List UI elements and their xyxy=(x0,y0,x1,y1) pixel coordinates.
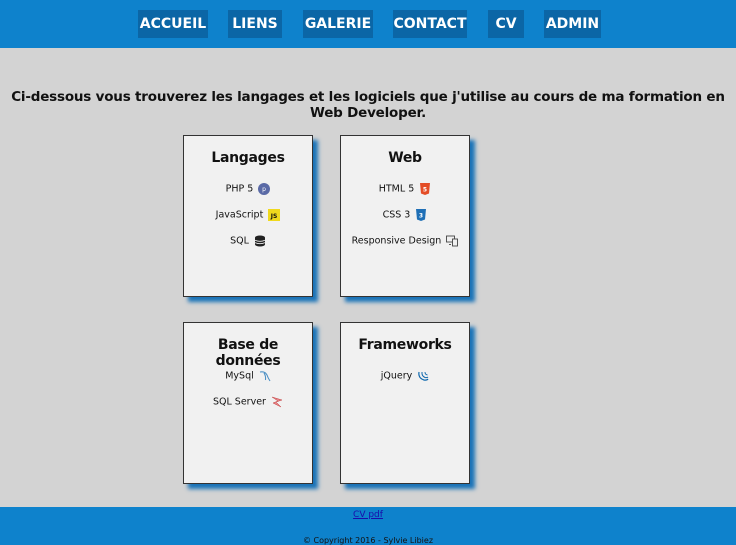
card-frameworks: Frameworks jQuery xyxy=(340,322,470,484)
skill-item-javascript: JavaScript JS xyxy=(184,209,312,221)
mysql-icon xyxy=(259,371,271,382)
nav-accueil-button[interactable]: ACCUEIL xyxy=(138,10,208,38)
intro-text: Ci-dessous vous trouverez les langages e… xyxy=(11,89,725,121)
skill-label: jQuery xyxy=(380,370,413,382)
skill-label: PHP 5 xyxy=(225,183,254,195)
skill-label: Responsive Design xyxy=(351,235,442,247)
nav-contact-button[interactable]: CONTACT xyxy=(393,10,467,38)
css3-icon: 3 xyxy=(416,209,427,221)
svg-text:JS: JS xyxy=(270,213,278,220)
card-title: Web xyxy=(388,150,422,166)
skill-label: JavaScript xyxy=(215,209,264,221)
skill-item-jquery: jQuery xyxy=(341,370,469,382)
nav-cv-button[interactable]: CV xyxy=(488,10,524,38)
card-title: Langages xyxy=(211,150,285,166)
jquery-icon xyxy=(418,371,429,381)
nav-galerie-button[interactable]: GALERIE xyxy=(303,10,373,38)
copyright-text: © Copyright 2016 - Sylvie Libiez xyxy=(302,536,434,545)
nav-liens-button[interactable]: LIENS xyxy=(228,10,282,38)
javascript-icon: JS xyxy=(268,209,281,221)
skill-label: MySql xyxy=(225,370,254,382)
svg-text:p: p xyxy=(262,186,266,193)
card-langages: Langages PHP 5 p JavaScript JS SQL xyxy=(183,135,313,297)
skill-item-sql-server: SQL Server xyxy=(184,396,312,408)
php-icon: p xyxy=(258,183,271,195)
skill-item-html5: HTML 5 5 xyxy=(341,183,469,195)
card-title: Base de données xyxy=(215,337,281,369)
cv-pdf-link[interactable]: CV pdf xyxy=(0,510,736,520)
skill-item-php: PHP 5 p xyxy=(184,183,312,195)
svg-text:3: 3 xyxy=(419,213,423,220)
nav-admin-button[interactable]: ADMIN xyxy=(544,10,601,38)
card-web: Web HTML 5 5 CSS 3 3 Responsive Design xyxy=(340,135,470,297)
card-title: Frameworks xyxy=(358,337,452,353)
skill-item-mysql: MySql xyxy=(184,370,312,382)
footer: CV pdf © Copyright 2016 - Sylvie Libiez xyxy=(0,507,736,545)
card-base-de-donnees: Base de données MySql SQL Server xyxy=(183,322,313,484)
skill-label: SQL Server xyxy=(212,396,266,408)
skill-item-css3: CSS 3 3 xyxy=(341,209,469,221)
sql-server-icon xyxy=(271,396,283,408)
skill-item-responsive: Responsive Design xyxy=(341,235,469,247)
html5-icon: 5 xyxy=(420,183,431,195)
top-navigation-bar: ACCUEIL LIENS GALERIE CONTACT CV ADMIN xyxy=(0,0,736,48)
database-icon xyxy=(254,235,266,247)
skill-label: SQL xyxy=(230,235,249,247)
svg-text:5: 5 xyxy=(423,187,427,194)
skill-label: HTML 5 xyxy=(378,183,415,195)
skill-label: CSS 3 xyxy=(382,209,411,221)
skill-item-sql: SQL xyxy=(184,235,312,247)
responsive-icon xyxy=(446,235,459,247)
